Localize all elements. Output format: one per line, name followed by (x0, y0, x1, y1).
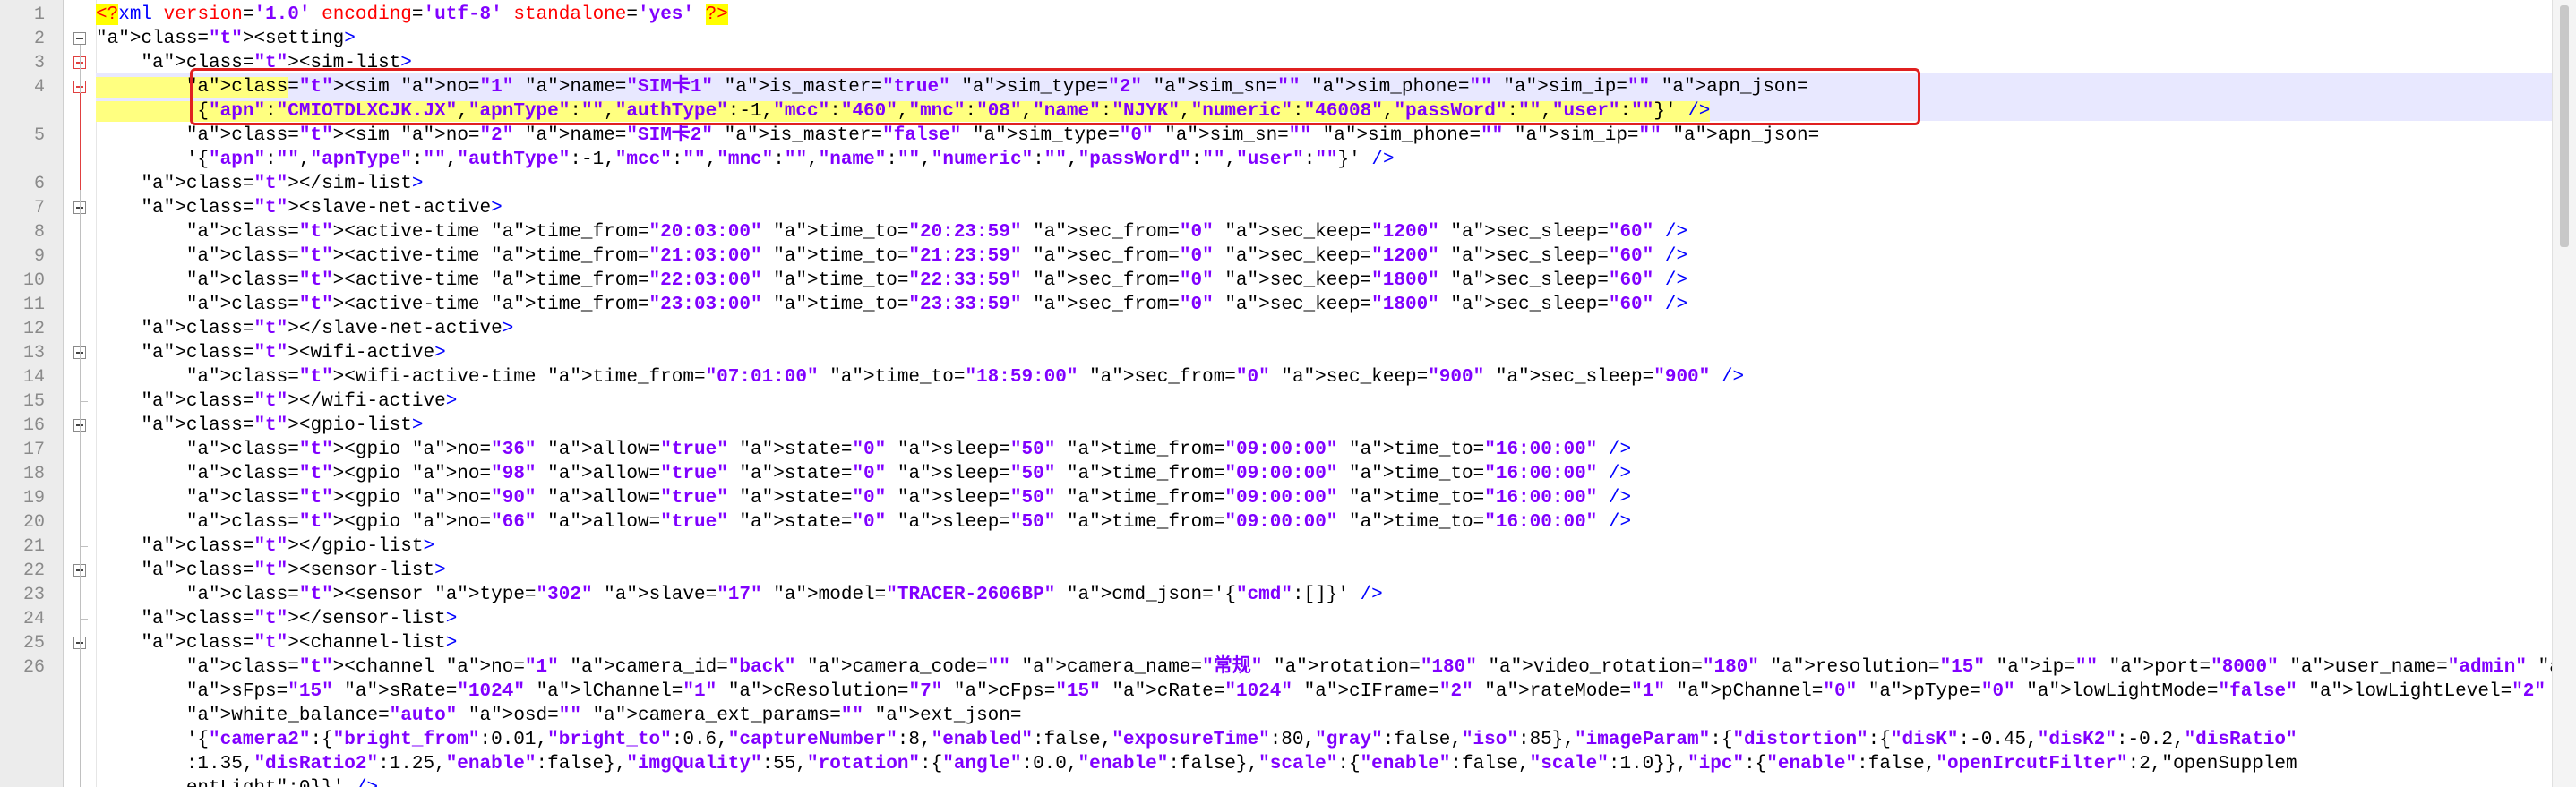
line-number: 25 (22, 633, 45, 654)
line-number: 11 (22, 295, 45, 315)
code-line[interactable]: "a">class="t"><channel "a">no="1" "a">ca… (96, 655, 2553, 680)
line-number: 18 (22, 464, 45, 484)
line-number: 3 (33, 53, 45, 73)
fold-margin (64, 0, 97, 787)
line-number: 17 (22, 440, 45, 460)
code-line[interactable]: "a">class="t"><wifi-active> (96, 341, 445, 365)
code-line[interactable]: "a">class="t"></sim-list> (96, 172, 423, 196)
line-number: 23 (22, 585, 45, 605)
line-number: 6 (33, 174, 45, 194)
code-line[interactable]: "a">class="t"><gpio-list> (96, 414, 423, 438)
code-line[interactable]: "a">class="t"><setting> (96, 27, 356, 51)
line-number-gutter: 1 2 3 4 5 6 7 8 9 10 11 12 13 14 15 16 17 18 19 20 21 22 23 24 2… (0, 0, 64, 787)
line-number: 20 (22, 512, 45, 533)
code-line[interactable]: "a">class="t"></sensor-list> (96, 607, 457, 631)
line-number: 10 (22, 270, 45, 291)
line-number: 19 (22, 488, 45, 509)
line-number: 22 (22, 560, 45, 581)
code-line[interactable]: :1.35,"disRatio2":1.25,"enable":false},"… (96, 752, 2297, 776)
code-line[interactable]: "a">class="t"><active-time "a">time_from… (96, 293, 1687, 317)
fold-guide-line-active (80, 93, 81, 190)
code-line[interactable]: "a">class="t"><gpio "a">no="98" "a">allo… (96, 462, 1631, 486)
line-number: 1 (33, 4, 45, 25)
line-number: 7 (33, 198, 45, 218)
code-line[interactable]: "a">class="t"><slave-net-active> (96, 196, 502, 220)
line-number: 15 (22, 391, 45, 412)
code-line[interactable]: <?xml version='1.0' encoding='utf-8' sta… (96, 3, 728, 27)
code-line[interactable]: "a">class="t"><active-time "a">time_from… (96, 244, 1687, 269)
code-line[interactable]: "a">class="t"></slave-net-active> (96, 317, 513, 341)
line-number: 4 (33, 77, 45, 98)
code-line[interactable]: "a">class="t"></wifi-active> (96, 389, 457, 414)
code-line[interactable]: "a">sFps="15" "a">sRate="1024" "a">lChan… (96, 680, 2553, 704)
code-line[interactable]: entLight":0}}' /> (96, 776, 378, 787)
annotation-highlight-box (190, 68, 1920, 125)
line-number: 13 (22, 343, 45, 364)
code-line[interactable]: '{"camera2":{"bright_from":0.01,"bright_… (96, 728, 2297, 752)
code-line[interactable]: "a">class="t"><sensor "a">type="302" "a"… (96, 583, 1383, 607)
line-number: 2 (33, 29, 45, 49)
code-line[interactable]: "a">class="t"><active-time "a">time_from… (96, 269, 1687, 293)
fold-toggle-icon[interactable] (73, 32, 86, 45)
line-number: 16 (22, 415, 45, 436)
scrollbar-thumb[interactable] (2560, 5, 2569, 247)
line-number: 14 (22, 367, 45, 388)
code-line[interactable]: "a">class="t"><sim "a">no="2" "a">name="… (96, 124, 1819, 148)
code-line[interactable]: "a">class="t"></gpio-list> (96, 535, 434, 559)
line-number: 26 (22, 657, 45, 678)
code-line[interactable]: "a">class="t"><channel-list> (96, 631, 457, 655)
vertical-scrollbar[interactable] (2552, 0, 2576, 787)
code-line[interactable]: "a">class="t"><gpio "a">no="90" "a">allo… (96, 486, 1631, 510)
fold-end-marker (80, 546, 88, 547)
line-number: 12 (22, 319, 45, 339)
line-number: 8 (33, 222, 45, 243)
code-line[interactable]: '{"apn":"","apnType":"","authType":-1,"m… (96, 148, 1395, 172)
line-number: 5 (33, 125, 45, 146)
line-number: 21 (22, 536, 45, 557)
code-line[interactable]: "a">white_balance="auto" "a">osd="" "a">… (96, 704, 1022, 728)
xml-editor[interactable]: 1 2 3 4 5 6 7 8 9 10 11 12 13 14 15 16 17 18 19 20 21 22 23 24 2… (0, 0, 2576, 787)
line-number: 24 (22, 609, 45, 629)
code-line[interactable]: "a">class="t"><sensor-list> (96, 559, 445, 583)
fold-end-marker (80, 619, 88, 620)
code-line[interactable]: "a">class="t"><wifi-active-time "a">time… (96, 365, 1744, 389)
code-line[interactable]: "a">class="t"><gpio "a">no="66" "a">allo… (96, 510, 1631, 535)
code-line[interactable]: "a">class="t"><active-time "a">time_from… (96, 220, 1687, 244)
fold-end-marker (80, 401, 88, 402)
code-line[interactable]: "a">class="t"><gpio "a">no="36" "a">allo… (96, 438, 1631, 462)
line-number: 9 (33, 246, 45, 267)
